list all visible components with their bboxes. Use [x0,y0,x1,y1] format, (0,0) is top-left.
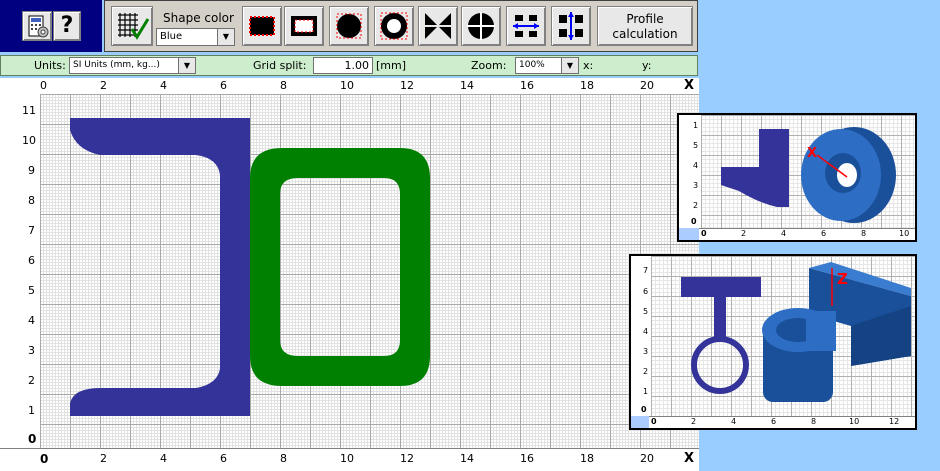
grid-split-value: 1.00 [344,59,370,72]
bottom-ruler: 0 2 4 6 8 10 12 14 16 18 20 X [0,448,699,471]
units-select[interactable]: SI Units (mm, kg...) ▼ [69,57,196,74]
triangles-icon [425,13,451,39]
green-hollow-rectangle-shape[interactable] [250,148,430,386]
zoom-value: 100% [519,60,545,70]
inset-l-shape [721,129,789,207]
preview-inset-bottom: 7 6 5 4 3 2 1 0 0 2 4 6 8 10 12 Z [629,254,917,430]
left-panel: ? [0,0,102,52]
inset-x-tick: 4 [781,229,787,238]
x-tick: 2 [100,452,107,465]
toolbar: Shape color Blue ▼ Profile calculation [104,0,698,52]
blue-channel-shape[interactable] [70,118,250,416]
inset-x-tick: 6 [821,229,827,238]
y-coord-label: y: [642,59,652,72]
inset-x-tick: 2 [691,417,697,426]
mirror-vertical-icon [513,15,539,37]
inset-x-tick: 10 [899,229,910,238]
inset-x-tick: 8 [811,417,817,426]
grid-check-icon [118,13,150,40]
shape-color-select[interactable]: Blue ▼ [156,28,235,46]
x-tick: 4 [160,452,167,465]
x-tick: 0 [40,452,49,466]
units-value: SI Units (mm, kg...) [73,60,160,70]
3d-ring-model [801,127,896,223]
inset-x-tick: 2 [741,229,747,238]
status-bar: Units: SI Units (mm, kg...) ▼ Grid split… [0,55,698,76]
help-label: ? [60,13,74,38]
profile-calculation-button[interactable]: Profile calculation [597,6,693,46]
hollow-circle-button[interactable] [374,6,414,46]
chevron-down-icon[interactable]: ▼ [561,58,578,73]
preview-inset-top: 5 4 3 2 1 0 0 2 4 6 8 10 X [677,113,917,242]
x-tick: 6 [220,452,227,465]
x-tick: 12 [400,452,414,465]
hollow-rectangle-button[interactable] [284,6,324,46]
inset-axis-label: Z [837,270,848,288]
settings-button[interactable] [22,11,52,41]
mirror-vertical-button[interactable] [506,6,546,46]
x-tick: 16 [520,452,534,465]
hollow-rectangle-icon [291,16,317,36]
mirror-horizontal-icon [559,12,583,40]
inset-x-tick: 8 [861,229,867,238]
grid-split-input[interactable]: 1.00 [313,57,373,74]
filled-circle-icon [336,13,362,39]
inset-x-tick: 12 [889,417,900,426]
x-coord-label: x: [583,59,594,72]
x-tick: 14 [460,452,474,465]
x-axis-label-bottom: X [684,451,695,466]
inset-t-ring-shape [681,277,761,394]
inset-x-tick: 0 [651,417,657,426]
inset-axis-label: X [807,146,817,161]
hollow-circle-icon [380,12,408,40]
chevron-down-icon[interactable]: ▼ [178,58,195,73]
inset-x-tick: 6 [771,417,777,426]
filled-circle-button[interactable] [329,6,369,46]
quarter-circles-button[interactable] [461,6,501,46]
zoom-label: Zoom: [471,59,507,72]
shape-color-label: Shape color [163,11,234,25]
shapes-layer [70,118,430,416]
profile-calc-label-2: calculation [612,27,678,41]
grid-split-unit: [mm] [376,59,407,72]
profile-calc-label-1: Profile [626,12,664,26]
quarter-circles-icon [467,12,495,40]
mirror-horizontal-button[interactable] [551,6,591,46]
chevron-down-icon[interactable]: ▼ [217,29,234,45]
shape-color-value: Blue [160,31,183,42]
grid-toggle-button[interactable] [111,6,153,46]
x-tick: 8 [280,452,287,465]
x-tick: 18 [580,452,594,465]
help-button[interactable]: ? [53,11,81,41]
x-tick: 10 [340,452,354,465]
units-label: Units: [34,59,66,72]
inset-x-tick: 4 [731,417,737,426]
inset-x-tick: 0 [701,229,707,238]
triangles-button[interactable] [418,6,458,46]
drawing-area: 0 2 4 6 8 10 12 14 16 18 20 X 11 10 9 8 … [0,78,699,471]
inset-x-tick: 10 [849,417,860,426]
calculator-icon [28,15,49,38]
filled-rectangle-icon [249,16,275,36]
grid-split-label: Grid split: [253,59,307,72]
x-tick: 20 [640,452,654,465]
zoom-select[interactable]: 100% ▼ [515,57,579,74]
filled-rectangle-button[interactable] [242,6,282,46]
